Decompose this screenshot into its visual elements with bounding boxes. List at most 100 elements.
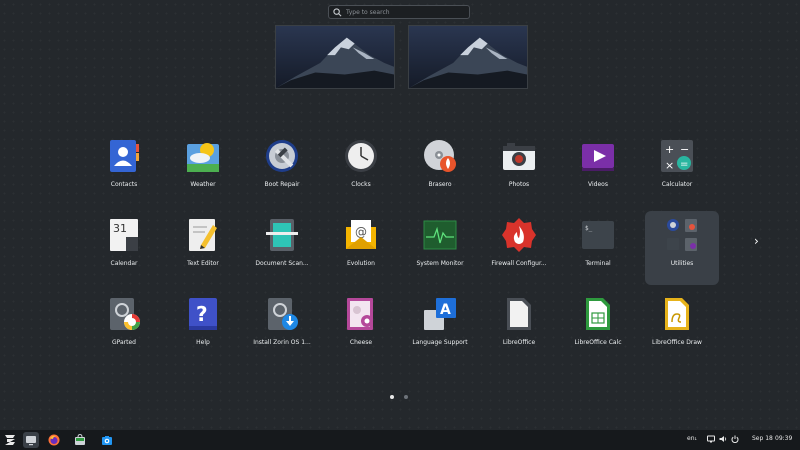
zorin-menu-icon	[5, 435, 15, 445]
app-text-editor[interactable]: Text Editor	[166, 211, 240, 285]
app-label: Language Support	[412, 339, 468, 346]
app-label: Cheese	[349, 339, 373, 346]
utilities-folder-icon	[664, 217, 700, 253]
install-icon	[264, 296, 300, 332]
app-boot-repair[interactable]: Boot Repair	[245, 132, 319, 206]
app-label: Photos	[508, 181, 530, 188]
svg-text:A: A	[440, 302, 451, 318]
cheese-icon	[343, 296, 379, 332]
app-clocks[interactable]: Clocks	[324, 132, 398, 206]
app-libreoffice-calc[interactable]: LibreOffice Calc	[561, 290, 635, 364]
app-language-support[interactable]: A Language Support	[403, 290, 477, 364]
svg-text:$_: $_	[585, 225, 593, 232]
app-grid: Contacts Weather Boot Repair Clocks Bras…	[0, 0, 800, 450]
firewall-icon	[501, 217, 537, 253]
svg-text:+: +	[665, 143, 674, 156]
app-evolution[interactable]: @ Evolution	[324, 211, 398, 285]
app-gparted[interactable]: GParted	[87, 290, 161, 364]
page-indicator-2[interactable]	[404, 395, 408, 399]
app-label: Videos	[588, 181, 608, 188]
keyboard-layout[interactable]: en₁	[687, 435, 697, 442]
zorin-menu-button[interactable]	[2, 432, 18, 448]
photos-icon	[501, 138, 537, 174]
text-editor-icon	[185, 217, 221, 253]
app-label: Terminal	[585, 260, 611, 267]
document-scanner-icon	[264, 217, 300, 253]
app-document-scanner[interactable]: Document Scan...	[245, 211, 319, 285]
svg-text:−: −	[680, 143, 689, 156]
libreoffice-calc-icon	[580, 296, 616, 332]
system-monitor-icon	[422, 217, 458, 253]
app-label: Weather	[190, 181, 216, 188]
terminal-icon: $_	[580, 217, 616, 253]
firefox-icon	[48, 434, 60, 446]
app-utilities-folder[interactable]: Utilities	[645, 211, 719, 285]
software-store-button[interactable]	[72, 432, 88, 448]
app-brasero[interactable]: Brasero	[403, 132, 477, 206]
app-videos[interactable]: Videos	[561, 132, 635, 206]
app-firewall-configuration[interactable]: Firewall Configur...	[482, 211, 556, 285]
app-contacts[interactable]: Contacts	[87, 132, 161, 206]
help-icon: ?	[185, 296, 221, 332]
libreoffice-draw-icon	[659, 296, 695, 332]
language-support-icon: A	[422, 296, 458, 332]
evolution-icon: @	[343, 217, 379, 253]
app-label: Utilities	[670, 260, 694, 267]
app-label: Brasero	[428, 181, 452, 188]
app-label: Evolution	[347, 260, 375, 267]
screenshot-button[interactable]	[99, 432, 115, 448]
software-store-icon	[75, 434, 85, 445]
app-label: Boot Repair	[264, 181, 300, 188]
clocks-icon	[343, 138, 379, 174]
app-label: Contacts	[110, 181, 138, 188]
svg-text:?: ?	[196, 302, 208, 326]
app-label: LibreOffice	[502, 339, 536, 346]
page-indicator-1[interactable]	[390, 395, 394, 399]
volume-icon[interactable]	[719, 435, 727, 443]
app-install-zorin-os[interactable]: Install Zorin OS 1...	[245, 290, 319, 364]
app-terminal[interactable]: $_ Terminal	[561, 211, 635, 285]
clock-date[interactable]: Sep 18	[752, 435, 773, 442]
app-label: LibreOffice Calc	[574, 339, 622, 346]
app-calculator[interactable]: + − × = Calculator	[640, 132, 714, 206]
calculator-icon: + − × =	[659, 138, 695, 174]
app-label: Install Zorin OS 1...	[253, 339, 311, 346]
taskbar: en₁ Sep 18 09:39	[0, 430, 800, 450]
app-weather[interactable]: Weather	[166, 132, 240, 206]
app-libreoffice-draw[interactable]: LibreOffice Draw	[640, 290, 714, 364]
app-calendar[interactable]: 31 Calendar	[87, 211, 161, 285]
calendar-icon: 31	[106, 217, 142, 253]
display-icon[interactable]	[707, 435, 715, 443]
app-label: System Monitor	[416, 260, 464, 267]
svg-text:@: @	[355, 225, 367, 239]
app-cheese[interactable]: Cheese	[324, 290, 398, 364]
show-desktop-icon	[26, 436, 36, 446]
weather-icon	[185, 138, 221, 174]
app-label: Calculator	[661, 181, 693, 188]
contacts-icon	[106, 138, 142, 174]
pagination	[390, 395, 408, 399]
clock-time[interactable]: 09:39	[775, 435, 792, 442]
screenshot-icon	[102, 436, 112, 445]
next-page-arrow-icon[interactable]: ›	[754, 234, 759, 248]
app-label: Text Editor	[187, 260, 219, 267]
brasero-icon	[422, 138, 458, 174]
app-label: Clocks	[351, 181, 371, 188]
svg-text:31: 31	[113, 222, 127, 235]
svg-text:=: =	[680, 159, 688, 170]
app-label: Document Scan...	[255, 260, 309, 267]
firefox-button[interactable]	[46, 432, 62, 448]
svg-text:×: ×	[665, 159, 674, 172]
power-icon[interactable]	[731, 435, 739, 443]
videos-icon	[580, 138, 616, 174]
boot-repair-icon	[264, 138, 300, 174]
app-photos[interactable]: Photos	[482, 132, 556, 206]
gparted-icon	[106, 296, 142, 332]
show-desktop-button[interactable]	[23, 432, 39, 448]
app-label: Help	[196, 339, 210, 346]
app-label: LibreOffice Draw	[652, 339, 702, 346]
app-help[interactable]: ? Help	[166, 290, 240, 364]
app-libreoffice[interactable]: LibreOffice	[482, 290, 556, 364]
libreoffice-icon	[501, 296, 537, 332]
app-system-monitor[interactable]: System Monitor	[403, 211, 477, 285]
